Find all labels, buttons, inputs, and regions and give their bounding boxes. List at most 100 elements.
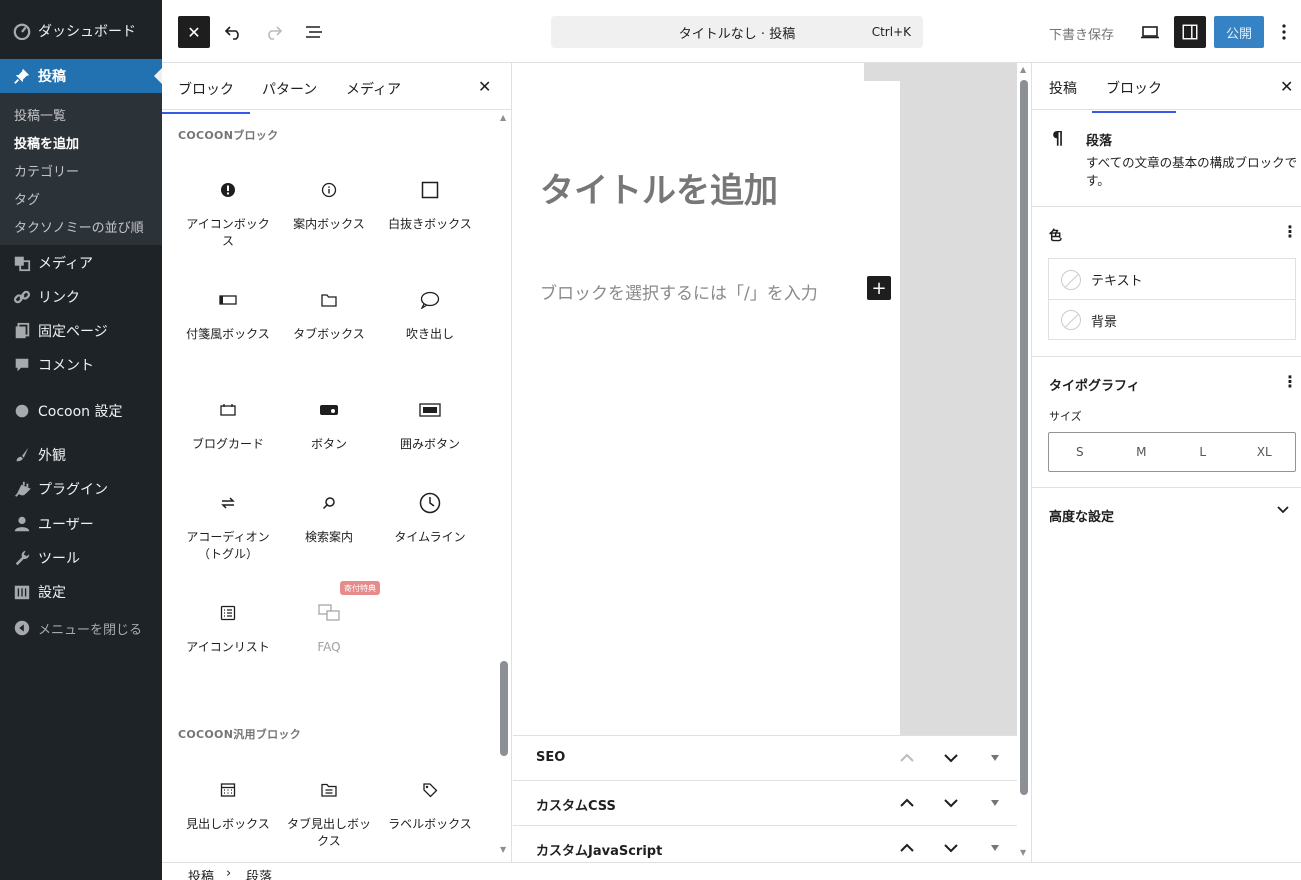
page-icon (12, 321, 32, 341)
block-search-guide[interactable]: 検索案内 (279, 491, 379, 546)
metabox-seo[interactable]: SEO (513, 735, 1017, 780)
alert-icon (178, 178, 278, 202)
document-title: タイトルなし · 投稿 (678, 26, 796, 42)
scroll-up-icon[interactable]: ▲ (500, 113, 506, 122)
menu-settings[interactable]: 設定 (0, 575, 162, 609)
block-sticky-box[interactable]: 付箋風ボックス (178, 288, 278, 343)
menu-tools[interactable]: ツール (0, 541, 162, 575)
collapse-icon (12, 618, 32, 638)
menu-comments[interactable]: コメント (0, 348, 162, 382)
tab-patterns[interactable]: パターン (262, 79, 317, 99)
document-title-bar[interactable]: タイトルなし · 投稿 Ctrl+K (551, 16, 923, 48)
submenu-tags[interactable]: タグ (14, 189, 40, 208)
menu-appearance[interactable]: 外観 (0, 438, 162, 472)
block-framed-button[interactable]: 囲みボタン (380, 398, 480, 453)
breadcrumb-post[interactable]: 投稿 (188, 866, 214, 880)
block-label: 囲みボタン (399, 437, 460, 451)
tab-blocks[interactable]: ブロック (162, 79, 250, 114)
menu-links[interactable]: リンク (0, 280, 162, 314)
breadcrumb-paragraph[interactable]: 段落 (246, 866, 272, 880)
paragraph-placeholder[interactable]: ブロックを選択するには「/」を入力 (540, 279, 818, 304)
block-info-box[interactable]: 案内ボックス (279, 178, 379, 233)
scroll-down-icon[interactable]: ▼ (500, 845, 506, 854)
color-options-icon[interactable]: ⋮ (1282, 222, 1298, 241)
menu-cocoon-settings[interactable]: Cocoon 設定 (0, 394, 162, 428)
menu-media[interactable]: メディア (0, 246, 162, 280)
size-l[interactable]: L (1172, 433, 1234, 471)
submenu-all-posts[interactable]: 投稿一覧 (14, 105, 66, 124)
move-up-button[interactable] (896, 792, 918, 814)
tab-post[interactable]: 投稿 (1049, 78, 1077, 98)
scroll-up-icon[interactable]: ▲ (1020, 65, 1026, 74)
block-label-box[interactable]: ラベルボックス (380, 778, 480, 833)
block-speech-balloon[interactable]: 吹き出し (380, 288, 480, 343)
move-up-button[interactable] (896, 747, 918, 769)
menu-dashboard[interactable]: ダッシュボード (0, 14, 162, 48)
metabox-custom-js[interactable]: カスタムJavaScript (513, 825, 1017, 862)
typography-options-icon[interactable]: ⋮ (1282, 372, 1298, 391)
block-icon-list[interactable]: アイコンリスト (178, 601, 278, 656)
toggle-panel-button[interactable] (984, 792, 1006, 814)
move-down-button[interactable] (940, 747, 962, 769)
inserter-scrollbar[interactable]: ▲ ▼ (500, 113, 508, 854)
metabox-custom-css[interactable]: カスタムCSS (513, 780, 1017, 825)
settings-toggle-button[interactable] (1174, 16, 1206, 48)
command-shortcut: Ctrl+K (871, 25, 911, 39)
size-xl[interactable]: XL (1234, 433, 1296, 471)
close-inserter-button[interactable]: ✕ (178, 16, 210, 48)
color-text-button[interactable]: テキスト (1049, 259, 1295, 300)
move-up-button[interactable] (896, 837, 918, 859)
menu-pages[interactable]: 固定ページ (0, 314, 162, 348)
block-icon-box[interactable]: アイコンボックス (178, 178, 278, 250)
menu-plugins[interactable]: プラグイン (0, 472, 162, 506)
block-timeline[interactable]: タイムライン (380, 491, 480, 546)
options-button[interactable] (1272, 16, 1296, 48)
menu-label: ツール (38, 551, 80, 567)
block-outline-box[interactable]: 白抜きボックス (380, 178, 480, 233)
block-accordion[interactable]: アコーディオン（トグル） (178, 491, 278, 563)
undo-button[interactable] (218, 16, 250, 48)
close-settings-icon[interactable]: ✕ (1280, 77, 1293, 96)
block-button[interactable]: ボタン (279, 398, 379, 453)
toggle-panel-button[interactable] (984, 837, 1006, 859)
scroll-down-icon[interactable]: ▼ (1020, 848, 1026, 857)
scrollbar-thumb[interactable] (500, 661, 508, 756)
post-title-input[interactable]: タイトルを追加 (540, 163, 778, 212)
collapse-menu-button[interactable]: メニューを閉じる (0, 611, 162, 645)
save-draft-button[interactable]: 下書き保存 (1049, 24, 1114, 43)
document-overview-button[interactable] (298, 16, 330, 48)
advanced-panel-toggle[interactable]: 高度な設定 (1049, 506, 1114, 525)
menu-users[interactable]: ユーザー (0, 507, 162, 541)
tab-media[interactable]: メディア (346, 79, 401, 99)
block-blog-card[interactable]: ブログカード (178, 398, 278, 453)
canvas-scrollbar[interactable]: ▲ ▼ (1019, 63, 1029, 862)
add-block-button[interactable]: + (867, 276, 891, 300)
block-faq[interactable]: FAQ (279, 601, 379, 656)
block-tab-box[interactable]: タブボックス (279, 288, 379, 343)
toggle-panel-button[interactable] (984, 747, 1006, 769)
settings-icon (12, 582, 32, 602)
tab-block[interactable]: ブロック (1092, 78, 1176, 113)
preview-button[interactable] (1134, 16, 1166, 48)
scrollbar-thumb[interactable] (1020, 80, 1028, 795)
submenu-categories[interactable]: カテゴリー (14, 161, 79, 180)
menu-label: 設定 (38, 585, 66, 601)
block-tab-heading-box[interactable]: タブ見出しボックス (279, 778, 379, 850)
size-m[interactable]: M (1111, 433, 1173, 471)
block-label: アイコンボックス (186, 217, 270, 248)
move-down-button[interactable] (940, 792, 962, 814)
move-down-button[interactable] (940, 837, 962, 859)
menu-label: コメント (38, 358, 94, 374)
submenu-add-post[interactable]: 投稿を追加 (14, 133, 79, 152)
submenu-taxonomy-order[interactable]: タクソノミーの並び順 (14, 217, 144, 236)
redo-button[interactable] (257, 16, 289, 48)
publish-button[interactable]: 公開 (1214, 16, 1264, 48)
color-background-button[interactable]: 背景 (1049, 299, 1295, 340)
menu-posts[interactable]: 投稿 (0, 59, 162, 93)
chevron-down-icon[interactable] (1276, 504, 1290, 519)
close-inserter-icon[interactable]: ✕ (478, 77, 491, 96)
close-icon: ✕ (187, 22, 201, 42)
card-icon (178, 398, 278, 422)
size-s[interactable]: S (1049, 433, 1111, 471)
block-heading-box[interactable]: 見出しボックス (178, 778, 278, 833)
